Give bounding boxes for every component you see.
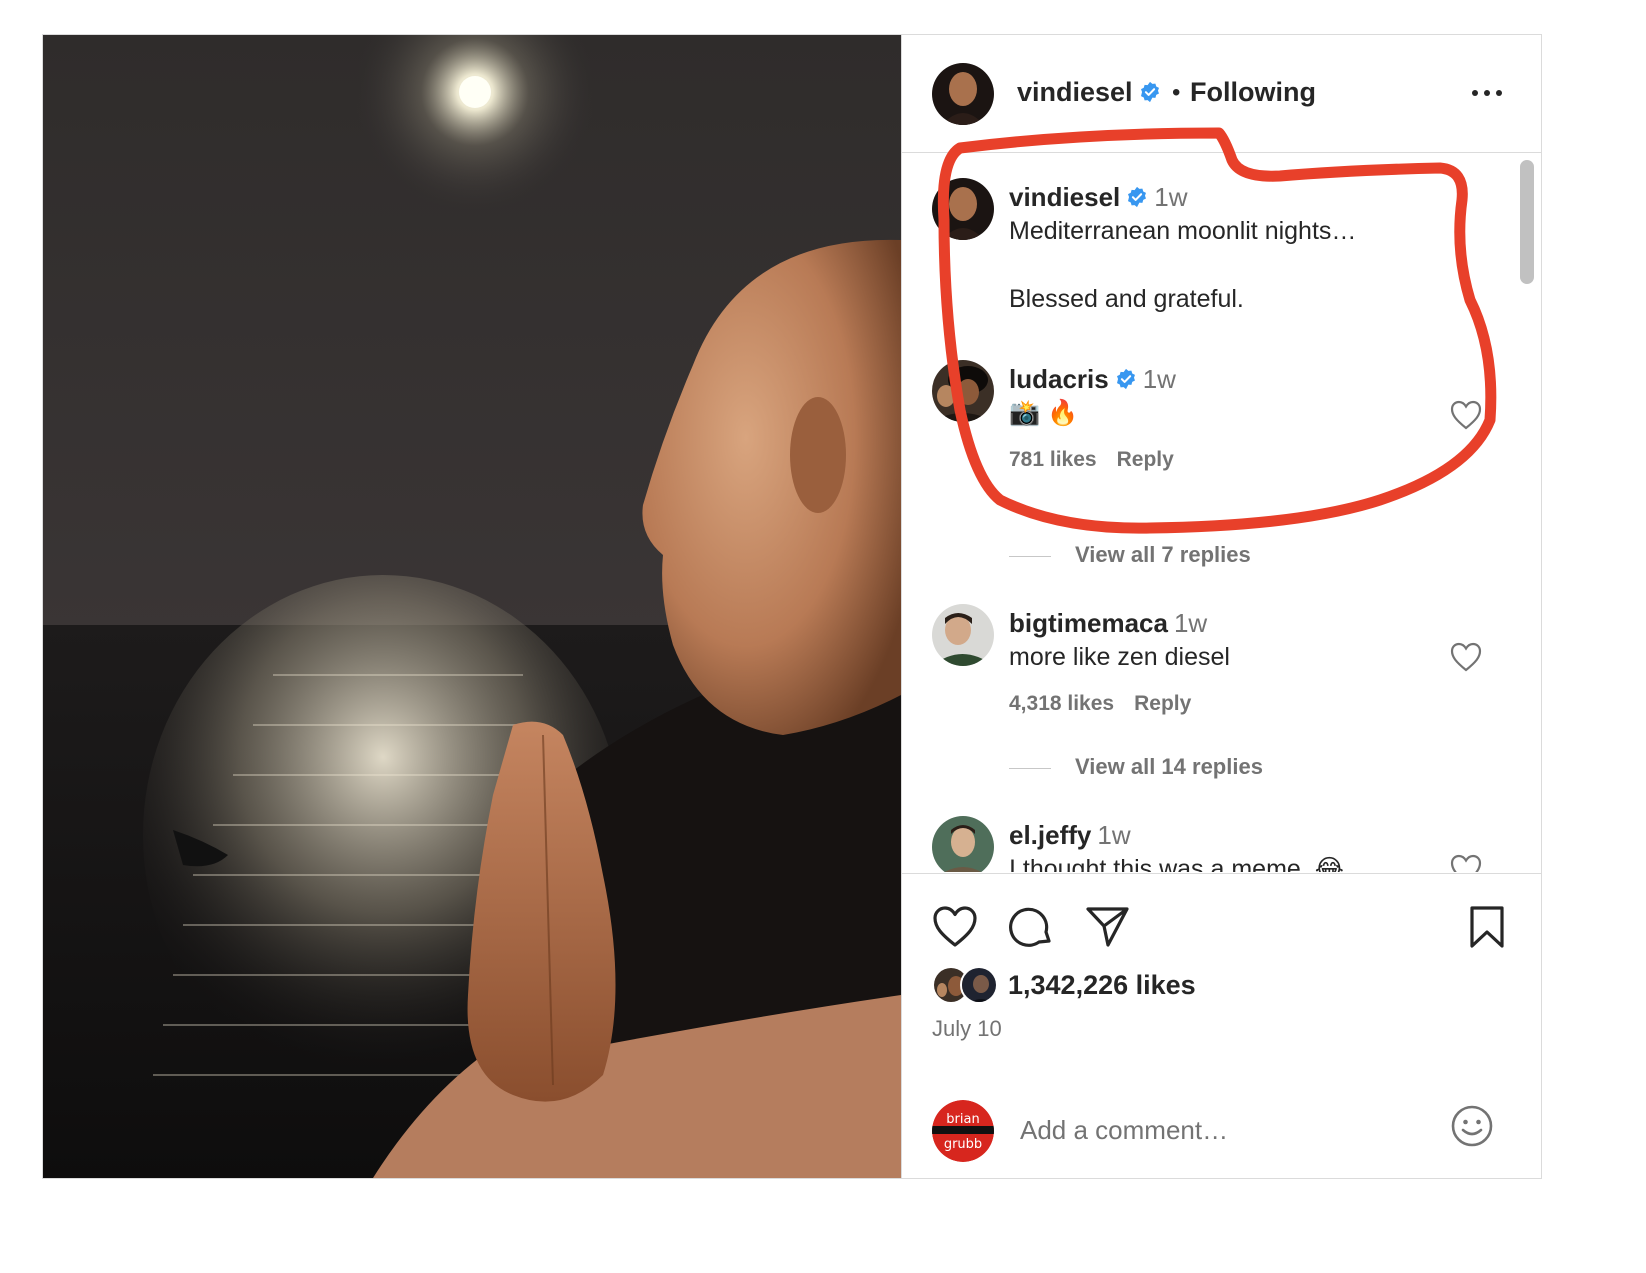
comment-text: I thought this was a meme. 😂 (1009, 855, 1344, 872)
comment-username[interactable]: bigtimemaca 1w (1009, 608, 1207, 639)
avatar-image (932, 604, 994, 666)
post-date[interactable]: July 10 (932, 1016, 1002, 1042)
comment-username[interactable]: ludacris 1w (1009, 364, 1176, 395)
comment-likes[interactable]: 4,318 likes (1009, 692, 1114, 715)
comment-item: ludacris 1w 📸 🔥 781 likes Reply (902, 360, 1542, 510)
caption-comment: vindiesel 1w Mediterranean moonlit nights… (902, 178, 1542, 338)
verified-badge-icon (1140, 81, 1159, 103)
comments-list[interactable]: vindiesel 1w Mediterranean moonlit nights… (902, 154, 1542, 872)
comment-item: bigtimemaca 1w more like zen diesel 4,318… (902, 604, 1542, 754)
header-separator: • (1172, 79, 1181, 106)
post-side-panel: vindiesel • Following vindiesel 1w Medit… (901, 35, 1542, 1178)
heart-icon[interactable] (932, 904, 978, 950)
comments-scrollbar-thumb[interactable] (1520, 160, 1534, 284)
comment-avatar[interactable] (932, 360, 994, 422)
comment-avatar[interactable] (932, 816, 994, 872)
post-likes-count[interactable]: 1,342,226 likes (1008, 970, 1196, 1001)
avatar-image (932, 178, 994, 240)
comment-username[interactable]: vindiesel 1w (1009, 182, 1188, 213)
instagram-post: vindiesel • Following vindiesel 1w Medit… (42, 34, 1542, 1179)
comment-time[interactable]: 1w (1154, 182, 1187, 212)
comment-avatar[interactable] (932, 604, 994, 666)
add-comment-input[interactable] (1020, 1108, 1420, 1152)
comment-text: 📸 🔥 (1009, 399, 1079, 427)
comment-reply-button[interactable]: Reply (1134, 692, 1191, 715)
comment-likes[interactable]: 781 likes (1009, 448, 1097, 471)
more-options-icon[interactable] (1470, 85, 1504, 101)
comment-username-text[interactable]: bigtimemaca (1009, 608, 1168, 638)
comment-text: more like zen diesel (1009, 643, 1230, 671)
avatar-image (932, 360, 994, 422)
comment-reply-button[interactable]: Reply (1117, 448, 1174, 471)
bookmark-icon[interactable] (1464, 904, 1510, 950)
author-username-text[interactable]: vindiesel (1017, 77, 1133, 107)
comment-avatar[interactable] (932, 178, 994, 240)
comment-time[interactable]: 1w (1174, 608, 1207, 638)
comment-time[interactable]: 1w (1143, 364, 1176, 394)
post-photo[interactable] (43, 35, 901, 1178)
avatar-text-top: brian (946, 1112, 979, 1127)
author-username[interactable]: vindiesel (1017, 77, 1161, 108)
comment-like-heart-icon[interactable] (1450, 400, 1482, 430)
comment-username-text[interactable]: vindiesel (1009, 182, 1120, 212)
post-header: vindiesel • Following (902, 35, 1542, 153)
comment-username[interactable]: el.jeffy 1w (1009, 820, 1131, 851)
comment-username-text[interactable]: ludacris (1009, 364, 1109, 394)
avatar-image (932, 63, 994, 125)
avatar-image (932, 816, 994, 872)
emoji-icon[interactable] (1450, 1104, 1494, 1148)
following-button[interactable]: Following (1190, 77, 1316, 108)
liker-avatar (960, 966, 998, 1004)
view-replies-button[interactable]: View all 14 replies (1009, 754, 1263, 780)
comment-like-heart-icon[interactable] (1450, 854, 1482, 872)
brian-grubb-avatar-image: brian grubb (932, 1100, 994, 1162)
add-comment-row: brian grubb (902, 1074, 1542, 1179)
comment-username-text[interactable]: el.jeffy (1009, 820, 1091, 850)
verified-badge-icon (1128, 186, 1147, 208)
comment-icon[interactable] (1008, 904, 1054, 950)
comment-item: el.jeffy 1w I thought this was a meme. 😂 (902, 816, 1542, 872)
avatar-image (962, 968, 996, 1002)
current-user-avatar[interactable]: brian grubb (932, 1100, 994, 1162)
moonlit-sea-photo (43, 35, 901, 1178)
share-icon[interactable] (1084, 904, 1130, 950)
verified-badge-icon (1116, 368, 1135, 390)
post-actions-panel: 1,342,226 likes July 10 brian grubb (902, 873, 1542, 1178)
comment-time[interactable]: 1w (1097, 820, 1130, 850)
comment-meta: 781 likes Reply (1009, 448, 1194, 472)
view-replies-button[interactable]: View all 7 replies (1009, 542, 1251, 568)
author-avatar[interactable] (932, 63, 994, 125)
comment-like-heart-icon[interactable] (1450, 642, 1482, 672)
avatar-text-bottom: grubb (944, 1137, 982, 1152)
comment-meta: 4,318 likes Reply (1009, 692, 1211, 716)
caption-text: Mediterranean moonlit nights… Blessed an… (1009, 217, 1357, 313)
